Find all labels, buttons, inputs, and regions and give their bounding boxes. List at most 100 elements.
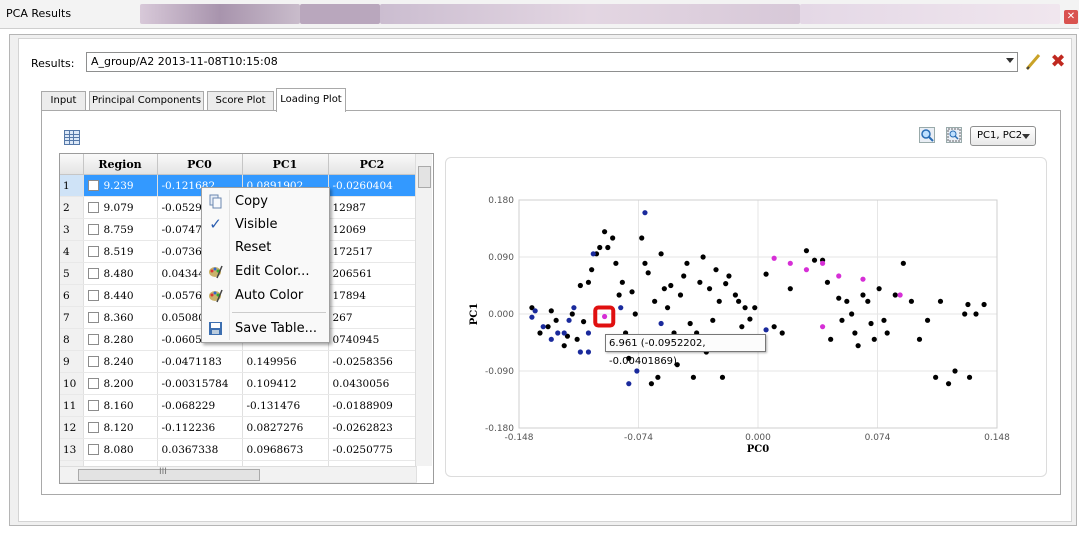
data-point-black[interactable] xyxy=(713,267,719,273)
data-point-black[interactable] xyxy=(981,301,987,308)
data-point-black[interactable] xyxy=(545,324,551,330)
data-point-black[interactable] xyxy=(642,260,648,266)
data-point-black[interactable] xyxy=(690,374,697,380)
region-cell[interactable]: 8.240 xyxy=(83,350,158,373)
table-row[interactable]: 11 8.160 -0.068229 -0.131476 -0.0188909 xyxy=(60,394,417,417)
row-number[interactable]: 3 xyxy=(60,218,84,241)
data-point-black[interactable] xyxy=(574,336,580,342)
data-point-blue[interactable] xyxy=(555,330,561,336)
pc2-cell[interactable]: -0.0260404 xyxy=(328,174,417,197)
delete-button[interactable]: ✖ xyxy=(1048,52,1068,72)
data-point-black[interactable] xyxy=(684,260,690,266)
pc0-cell[interactable]: -0.112236 xyxy=(157,416,243,439)
pc2-cell[interactable]: 12987 xyxy=(328,196,417,219)
data-point-black[interactable] xyxy=(871,336,877,342)
data-point-black[interactable] xyxy=(916,336,923,342)
data-point-black[interactable] xyxy=(548,308,554,314)
data-point-black[interactable] xyxy=(561,343,567,349)
data-point-black[interactable] xyxy=(852,330,858,336)
data-point-black[interactable] xyxy=(700,254,706,260)
data-point-magenta[interactable] xyxy=(819,324,826,330)
data-point-black[interactable] xyxy=(645,270,651,276)
data-point-black[interactable] xyxy=(616,292,622,298)
data-point-blue[interactable] xyxy=(571,305,577,311)
data-point-black[interactable] xyxy=(884,330,890,336)
pc2-cell[interactable]: 267 xyxy=(328,306,417,329)
data-point-black[interactable] xyxy=(779,330,785,336)
data-point-magenta[interactable] xyxy=(836,273,842,279)
scroll-thumb[interactable] xyxy=(418,166,431,188)
column-header-pc0[interactable]: PC0 xyxy=(157,154,243,175)
data-point-black[interactable] xyxy=(881,317,887,323)
row-number[interactable]: 13 xyxy=(60,438,84,461)
visibility-checkbox[interactable] xyxy=(87,246,99,257)
region-cell[interactable]: 8.480 xyxy=(83,262,158,285)
data-point-blue[interactable] xyxy=(540,324,546,330)
menu-item-auto-color[interactable]: Auto Color xyxy=(202,284,329,307)
data-point-black[interactable] xyxy=(577,282,583,289)
row-number[interactable]: 6 xyxy=(60,284,84,307)
data-point-black[interactable] xyxy=(697,279,703,285)
data-point-black[interactable] xyxy=(619,279,625,285)
data-point-black[interactable] xyxy=(629,289,635,295)
data-point-black[interactable] xyxy=(752,305,758,311)
data-point-black[interactable] xyxy=(723,281,729,287)
data-point-black[interactable] xyxy=(610,235,616,241)
data-point-black[interactable] xyxy=(661,286,667,292)
pc2-cell[interactable]: 17894 xyxy=(328,284,417,307)
pc0-cell[interactable]: 0.0367338 xyxy=(157,438,243,461)
pc0-cell[interactable]: -0.068229 xyxy=(157,394,243,417)
data-point-black[interactable] xyxy=(892,292,898,298)
visibility-checkbox[interactable] xyxy=(87,378,99,389)
data-point-black[interactable] xyxy=(668,282,674,289)
row-number[interactable]: 11 xyxy=(60,394,84,417)
data-point-blue[interactable] xyxy=(618,305,624,311)
region-cell[interactable]: 8.519 xyxy=(83,240,158,263)
data-point-black[interactable] xyxy=(719,374,726,380)
row-number[interactable]: 10 xyxy=(60,372,84,395)
pc2-cell[interactable]: 206561 xyxy=(328,262,417,285)
data-point-black[interactable] xyxy=(664,305,671,311)
region-cell[interactable]: 8.160 xyxy=(83,394,158,417)
row-number[interactable]: 7 xyxy=(60,306,84,329)
data-point-black[interactable] xyxy=(739,324,745,330)
data-point-black[interactable] xyxy=(677,292,684,298)
data-point-blue[interactable] xyxy=(585,330,592,336)
data-point-black[interactable] xyxy=(945,381,952,387)
region-cell[interactable]: 8.120 xyxy=(83,416,158,439)
data-point-blue[interactable] xyxy=(642,210,648,216)
pc1-cell[interactable]: -0.131476 xyxy=(242,394,329,417)
data-point-black[interactable] xyxy=(639,235,645,241)
data-point-black[interactable] xyxy=(537,330,543,336)
data-point-black[interactable] xyxy=(580,319,587,325)
column-header-pc1[interactable]: PC1 xyxy=(242,154,329,175)
data-point-black[interactable] xyxy=(732,292,738,298)
pc-pair-dropdown[interactable]: PC1, PC2 xyxy=(970,126,1036,146)
pc2-cell[interactable]: 0.0430056 xyxy=(328,372,417,395)
pc1-cell[interactable]: 0.0968673 xyxy=(242,438,329,461)
data-point-black[interactable] xyxy=(585,279,592,285)
data-point-magenta[interactable] xyxy=(819,260,826,266)
results-dropdown[interactable]: A_group/A2 2013-11-08T10:15:08 xyxy=(86,52,1018,72)
tab-principal-components[interactable]: Principal Components xyxy=(89,91,204,111)
data-point-blue[interactable] xyxy=(590,251,596,257)
pc2-cell[interactable]: -0.0258356 xyxy=(328,350,417,373)
data-point-black[interactable] xyxy=(569,311,575,317)
visibility-checkbox[interactable] xyxy=(87,202,99,213)
row-number[interactable]: 9 xyxy=(60,350,84,373)
zoom-selection-button[interactable] xyxy=(946,127,962,143)
data-point-black[interactable] xyxy=(605,244,611,251)
menu-item-reset[interactable]: Reset xyxy=(202,236,329,259)
data-point-magenta[interactable] xyxy=(860,276,866,282)
data-point-black[interactable] xyxy=(726,273,732,279)
pc2-cell[interactable]: 172517 xyxy=(328,240,417,263)
row-number[interactable]: 8 xyxy=(60,328,84,351)
data-point-black[interactable] xyxy=(803,248,810,254)
region-cell[interactable]: 8.360 xyxy=(83,306,158,329)
data-point-black[interactable] xyxy=(658,251,664,257)
data-point-black[interactable] xyxy=(687,320,693,327)
data-point-black[interactable] xyxy=(763,271,769,277)
visibility-checkbox[interactable] xyxy=(87,400,99,411)
visibility-checkbox[interactable] xyxy=(87,356,99,367)
data-point-black[interactable] xyxy=(965,301,971,308)
